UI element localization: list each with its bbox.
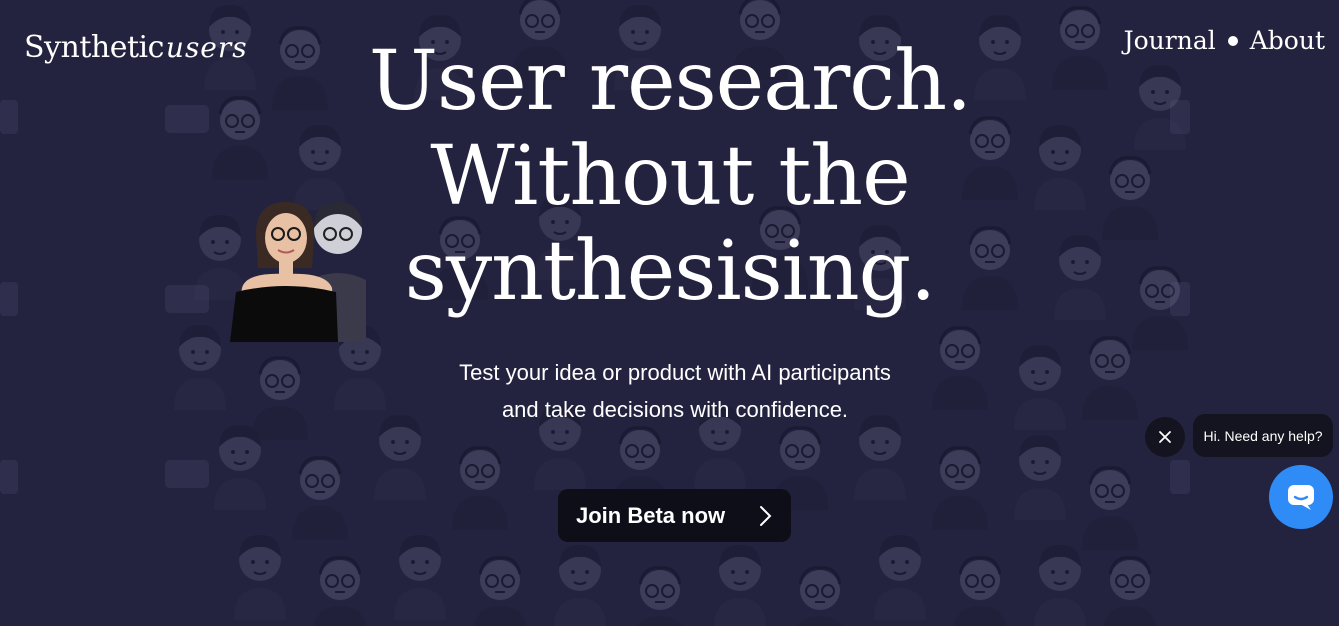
hero-headline: User research. Without the synthesising.	[330, 34, 1010, 319]
hero-subtitle: Test your idea or product with AI partic…	[400, 354, 950, 428]
chat-close-button[interactable]	[1145, 417, 1185, 457]
chat-greeting-text: Hi. Need any help?	[1203, 427, 1323, 444]
chat-bubble-icon	[1288, 485, 1314, 510]
nav-link-journal[interactable]: Journal	[1124, 26, 1216, 55]
chat-launcher-button[interactable]	[1269, 465, 1333, 529]
subtitle-line-2: and take decisions with confidence.	[501, 397, 849, 422]
join-beta-button[interactable]: Join Beta now	[558, 489, 791, 542]
top-nav: Journal About	[1124, 26, 1325, 55]
logo-wordmark-users: users	[165, 31, 248, 64]
join-beta-label: Join Beta now	[576, 502, 726, 528]
chat-greeting-bubble[interactable]: Hi. Need any help?	[1193, 414, 1333, 457]
nav-separator-dot	[1227, 35, 1238, 46]
logo-wordmark-synthetic: Synthetic	[24, 30, 164, 65]
nav-link-about[interactable]: About	[1250, 26, 1325, 55]
participant-photo	[230, 202, 366, 342]
subtitle-line-1: Test your idea or product with AI partic…	[459, 360, 891, 385]
close-icon	[1159, 431, 1171, 443]
chevron-right-icon	[760, 505, 772, 526]
headline-line-3: synthesising.	[404, 224, 937, 319]
logo[interactable]: Synthetic users	[24, 30, 248, 70]
headline-line-1: User research.	[368, 34, 972, 129]
headline-line-2: Without the	[430, 129, 910, 224]
